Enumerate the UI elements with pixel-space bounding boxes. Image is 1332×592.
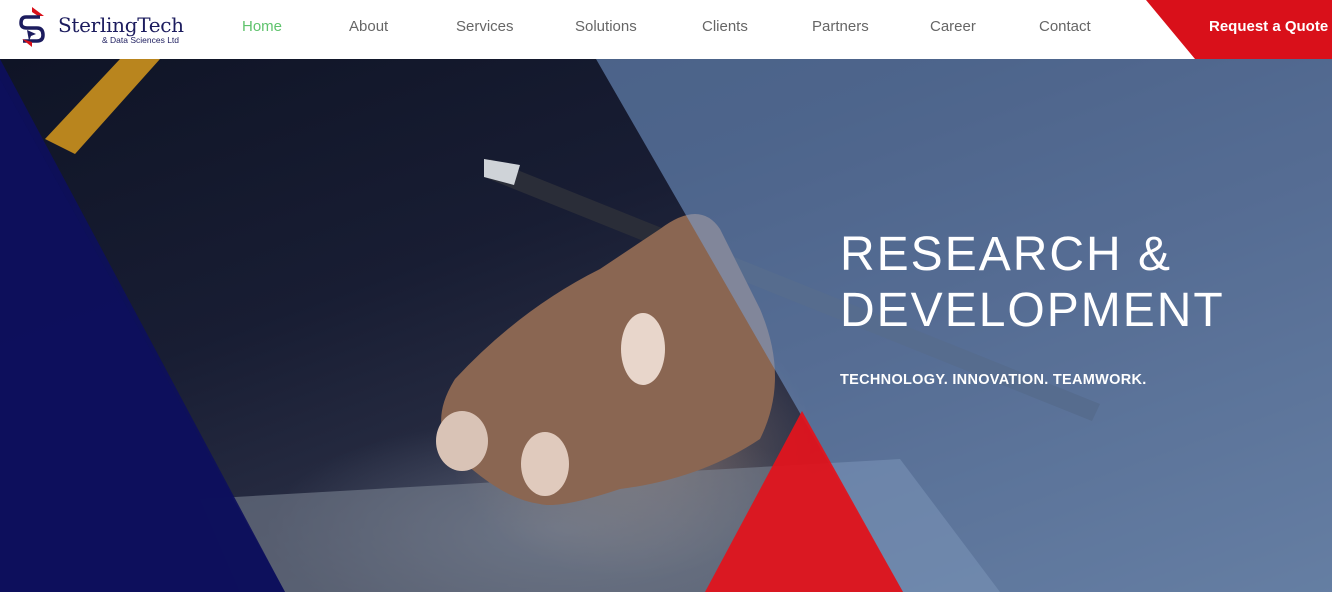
nav-services[interactable]: Services <box>456 18 514 35</box>
hero-title-line-2: DEVELOPMENT <box>840 284 1225 337</box>
nav-contact[interactable]: Contact <box>1039 18 1091 35</box>
nav-clients[interactable]: Clients <box>702 18 748 35</box>
brand-logo[interactable]: SterlingTech & Data Sciences Ltd <box>14 5 189 51</box>
nav-home[interactable]: Home <box>242 18 282 35</box>
hero-title-line-1: RESEARCH & <box>840 228 1173 281</box>
nav-about[interactable]: About <box>349 18 388 35</box>
request-quote-label: Request a Quote <box>1209 18 1329 35</box>
brand-subtitle: & Data Sciences Ltd <box>102 35 180 45</box>
request-quote-button[interactable]: Request a Quote <box>1146 0 1332 59</box>
brand-name: SterlingTech <box>58 13 184 37</box>
pencil-shape <box>45 59 160 154</box>
hero-tagline: TECHNOLOGY. INNOVATION. TEAMWORK. <box>840 372 1147 388</box>
fingernail-2-shape <box>521 432 569 496</box>
fingernail-1-shape <box>436 411 488 471</box>
pen-tip-shape <box>484 159 520 185</box>
hero-title: RESEARCH & DEVELOPMENT <box>840 227 1225 339</box>
logo-s-icon <box>19 7 45 47</box>
site-header: SterlingTech & Data Sciences Ltd Home Ab… <box>0 0 1332 59</box>
nav-partners[interactable]: Partners <box>812 18 869 35</box>
hero-banner: RESEARCH & DEVELOPMENT TECHNOLOGY. INNOV… <box>0 59 1332 592</box>
nav-career[interactable]: Career <box>930 18 976 35</box>
nav-solutions[interactable]: Solutions <box>575 18 637 35</box>
fingernail-3-shape <box>621 313 665 385</box>
